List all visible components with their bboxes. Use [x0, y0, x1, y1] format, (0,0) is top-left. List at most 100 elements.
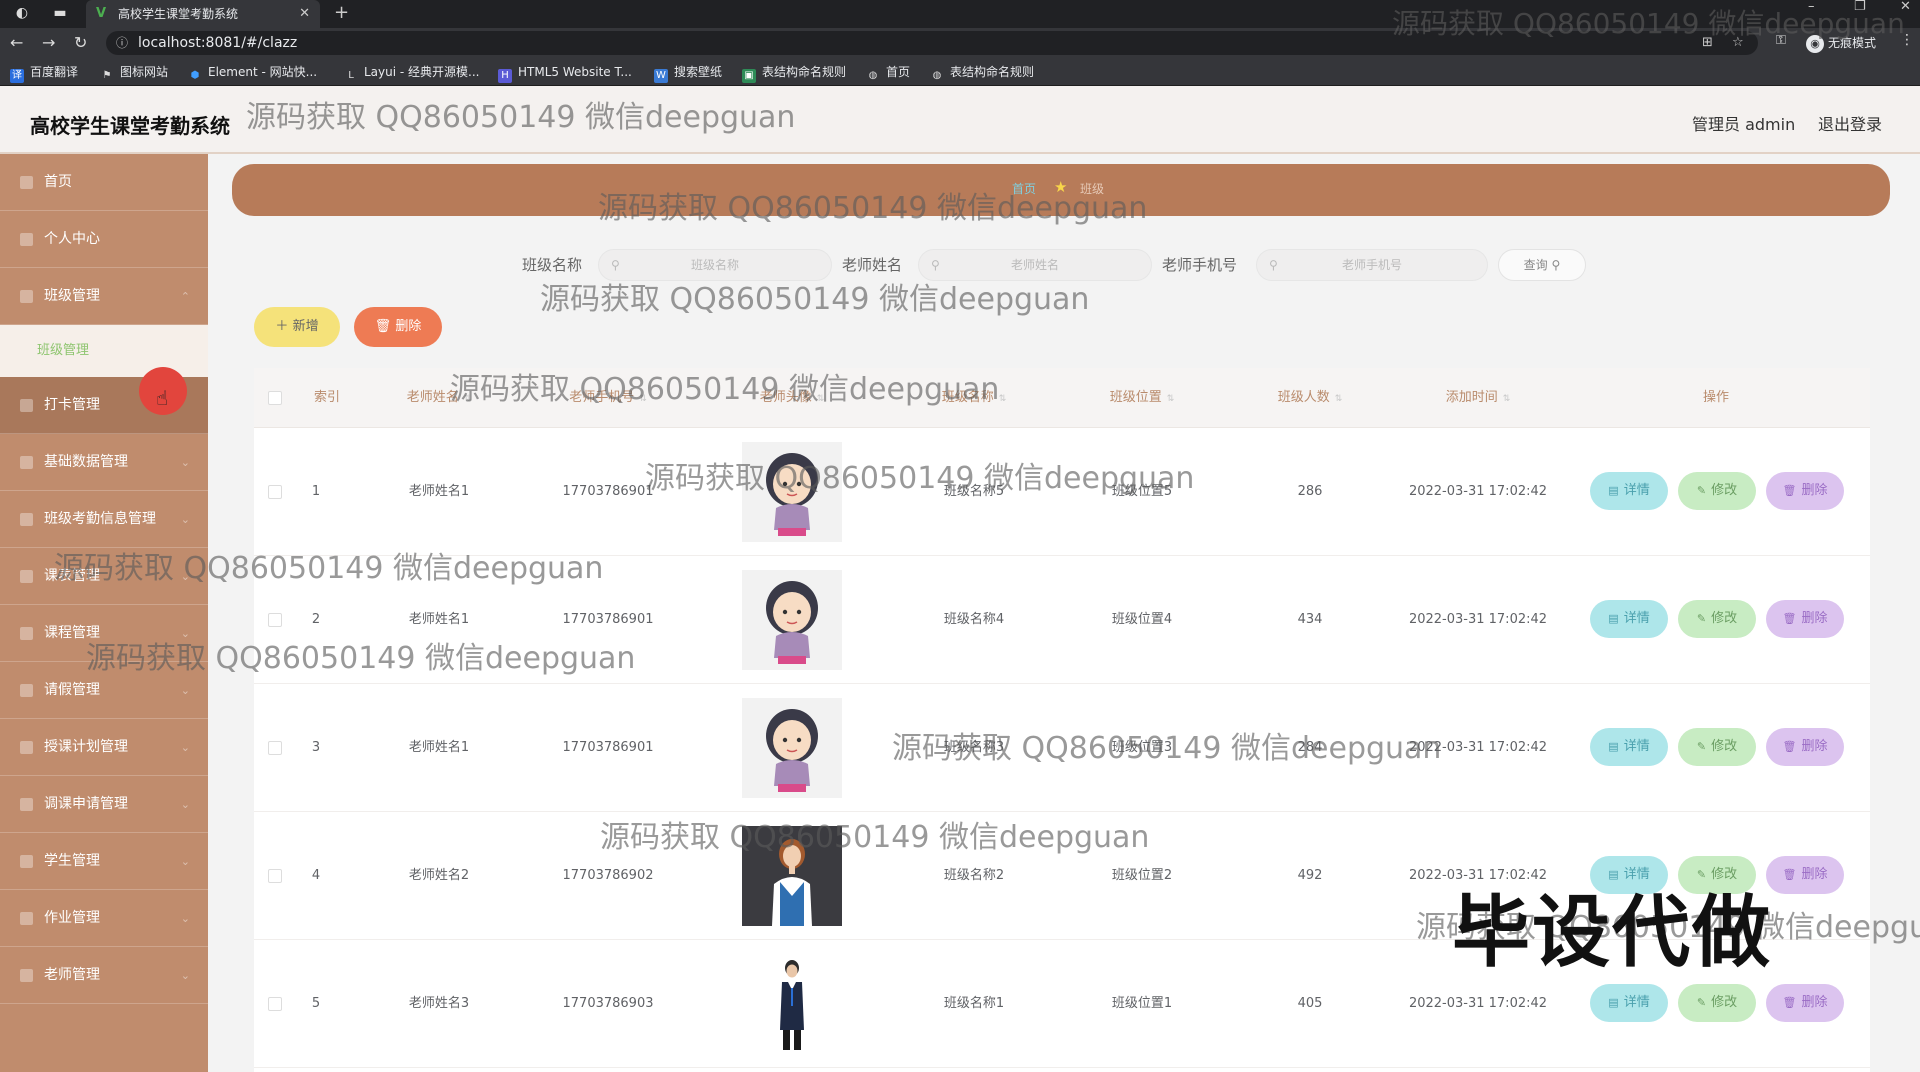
- sort-icon: ⇅: [998, 394, 1007, 404]
- bookmark-label: 图标网站: [120, 65, 169, 79]
- cell-added-time: 2022-03-31 17:02:42: [1408, 484, 1548, 499]
- bookmark-label: Layui - 经典开源模...: [364, 65, 480, 79]
- delete-button-label: 删除: [1801, 995, 1828, 1010]
- detail-button[interactable]: ▤ 详情: [1590, 984, 1668, 1022]
- menu-icon: [20, 513, 33, 526]
- delete-button[interactable]: 🗑 删除: [1766, 984, 1844, 1022]
- forward-icon[interactable]: →: [42, 32, 55, 54]
- batch-delete-button[interactable]: 🗑 删除: [354, 307, 442, 347]
- row-checkbox[interactable]: [268, 741, 282, 755]
- menu-icon: [20, 798, 33, 811]
- sidebar-item-teachers[interactable]: 老师管理 ⌄: [0, 947, 208, 1004]
- trash-icon: 🗑: [374, 319, 392, 334]
- document-icon: ▤: [1608, 740, 1619, 753]
- delete-button[interactable]: 🗑 删除: [1766, 600, 1844, 638]
- watermark: 源码获取 QQ86050149 微信deepguan: [645, 461, 1195, 496]
- chevron-down-icon: ⌄: [180, 741, 190, 754]
- sidebar-subitem-class-management[interactable]: 班级管理: [0, 325, 208, 377]
- cell-teacher-name: 老师姓名1: [408, 740, 470, 755]
- query-button[interactable]: 查询 ⚲: [1498, 249, 1586, 281]
- teacher-avatar-image[interactable]: [742, 698, 842, 798]
- edit-button[interactable]: ✎ 修改: [1678, 984, 1756, 1022]
- add-button-label: 新增: [292, 319, 319, 334]
- header-class-location[interactable]: 班级位置 ⇅: [1110, 368, 1175, 429]
- sidebar-item-teaching-plan[interactable]: 授课计划管理 ⌄: [0, 719, 208, 776]
- row-checkbox[interactable]: [268, 613, 282, 627]
- document-icon: ▤: [1608, 612, 1619, 625]
- delete-button-label: 删除: [1801, 611, 1828, 626]
- row-checkbox[interactable]: [268, 869, 282, 883]
- delete-button[interactable]: 🗑 删除: [1766, 472, 1844, 510]
- document-icon: ▤: [1608, 484, 1619, 497]
- search-icon: ⚲: [1269, 258, 1278, 272]
- bookmark-item[interactable]: 译百度翻译: [10, 58, 78, 86]
- teacher-avatar-image[interactable]: [742, 570, 842, 670]
- translate-bookmark-icon: 译: [10, 69, 24, 83]
- sidebar-item-home[interactable]: 首页: [0, 154, 208, 211]
- bookmark-item[interactable]: ◍ 表结构命名规则: [930, 58, 1034, 86]
- row-checkbox[interactable]: [268, 997, 282, 1011]
- sidebar-item-basic-data[interactable]: 基础数据管理 ⌄: [0, 434, 208, 491]
- detail-button[interactable]: ▤ 详情: [1590, 472, 1668, 510]
- bookmark-item[interactable]: ⚑ 图标网站: [100, 58, 169, 86]
- vue-favicon-icon: V: [96, 6, 107, 21]
- select-all-checkbox[interactable]: [268, 391, 282, 405]
- header-class-size[interactable]: 班级人数 ⇅: [1278, 368, 1343, 429]
- header-added-time[interactable]: 添加时间 ⇅: [1446, 368, 1511, 429]
- watermark: 源码获取 QQ86050149 微信deepguan: [598, 191, 1148, 226]
- browser-menu-icon[interactable]: ◐: [14, 5, 30, 21]
- bookmark-item[interactable]: ⬢ Element - 网站快...: [188, 58, 317, 86]
- menu-icon: [20, 855, 33, 868]
- detail-button[interactable]: ▤ 详情: [1590, 600, 1668, 638]
- edit-button[interactable]: ✎ 修改: [1678, 600, 1756, 638]
- browser-tab-active[interactable]: V 高校学生课堂考勤系统 ✕: [86, 0, 320, 28]
- teacher-avatar-image[interactable]: [742, 954, 842, 1054]
- sidebar-item-reschedule[interactable]: 调课申请管理 ⌄: [0, 776, 208, 833]
- sidebar-item-students[interactable]: 学生管理 ⌄: [0, 833, 208, 890]
- bookmark-label: 首页: [886, 65, 911, 79]
- menu-icon: [20, 912, 33, 925]
- tab-close-icon[interactable]: ✕: [299, 0, 310, 28]
- bookmark-item[interactable]: ▣ 表结构命名规则: [742, 58, 846, 86]
- man-suit-avatar-icon: [780, 960, 804, 1050]
- bookmark-label: 表结构命名规则: [950, 65, 1035, 79]
- tab-search-icon[interactable]: ▬: [52, 5, 68, 21]
- html5-template-icon: H: [498, 69, 512, 83]
- batch-delete-label: 删除: [395, 319, 422, 334]
- site-info-icon[interactable]: ⓘ: [116, 31, 128, 55]
- delete-button[interactable]: 🗑 删除: [1766, 728, 1844, 766]
- teacher-phone-input[interactable]: ⚲ 老师手机号: [1256, 249, 1488, 281]
- detail-button[interactable]: ▤ 详情: [1590, 728, 1668, 766]
- edit-button[interactable]: ✎ 修改: [1678, 472, 1756, 510]
- flag-icon: ⚑: [102, 70, 112, 81]
- sidebar-item-homework[interactable]: 作业管理 ⌄: [0, 890, 208, 947]
- trash-icon: 🗑: [1782, 740, 1797, 753]
- row-checkbox[interactable]: [268, 485, 282, 499]
- sidebar-item-label: 授课计划管理: [44, 739, 128, 755]
- bookmark-item[interactable]: L Layui - 经典开源模...: [344, 58, 479, 86]
- hand-pointer-icon: ☝: [156, 386, 169, 410]
- bookmark-item[interactable]: W 搜索壁纸: [654, 58, 722, 86]
- menu-icon: [20, 570, 33, 583]
- edit-button[interactable]: ✎ 修改: [1678, 728, 1756, 766]
- logout-link[interactable]: 退出登录: [1818, 86, 1882, 164]
- add-button[interactable]: ＋ 新增: [254, 307, 340, 347]
- back-icon[interactable]: ←: [10, 32, 23, 54]
- detail-button-label: 详情: [1623, 611, 1650, 626]
- bookmark-item[interactable]: ◍ 首页: [866, 58, 910, 86]
- watermark: 源码获取 QQ86050149 微信deepguan: [600, 820, 1150, 855]
- reload-icon[interactable]: ↻: [74, 32, 87, 54]
- trash-icon: 🗑: [1782, 996, 1797, 1009]
- delete-button[interactable]: 🗑 删除: [1766, 856, 1844, 894]
- sidebar-item-label: 学生管理: [44, 853, 100, 869]
- edit-button-label: 修改: [1711, 995, 1738, 1010]
- bookmark-item[interactable]: H HTML5 Website T...: [498, 58, 632, 86]
- chevron-down-icon: ⌄: [180, 798, 190, 811]
- menu-icon: [20, 456, 33, 469]
- new-tab-icon[interactable]: +: [334, 0, 349, 26]
- sidebar-item-label: 老师管理: [44, 967, 100, 983]
- sidebar-item-label: 调课申请管理: [44, 796, 128, 812]
- sidebar-item-attendance[interactable]: 班级考勤信息管理 ⌄: [0, 491, 208, 548]
- cell-class-size: 286: [1297, 484, 1323, 499]
- cell-added-time: 2022-03-31 17:02:42: [1408, 612, 1548, 627]
